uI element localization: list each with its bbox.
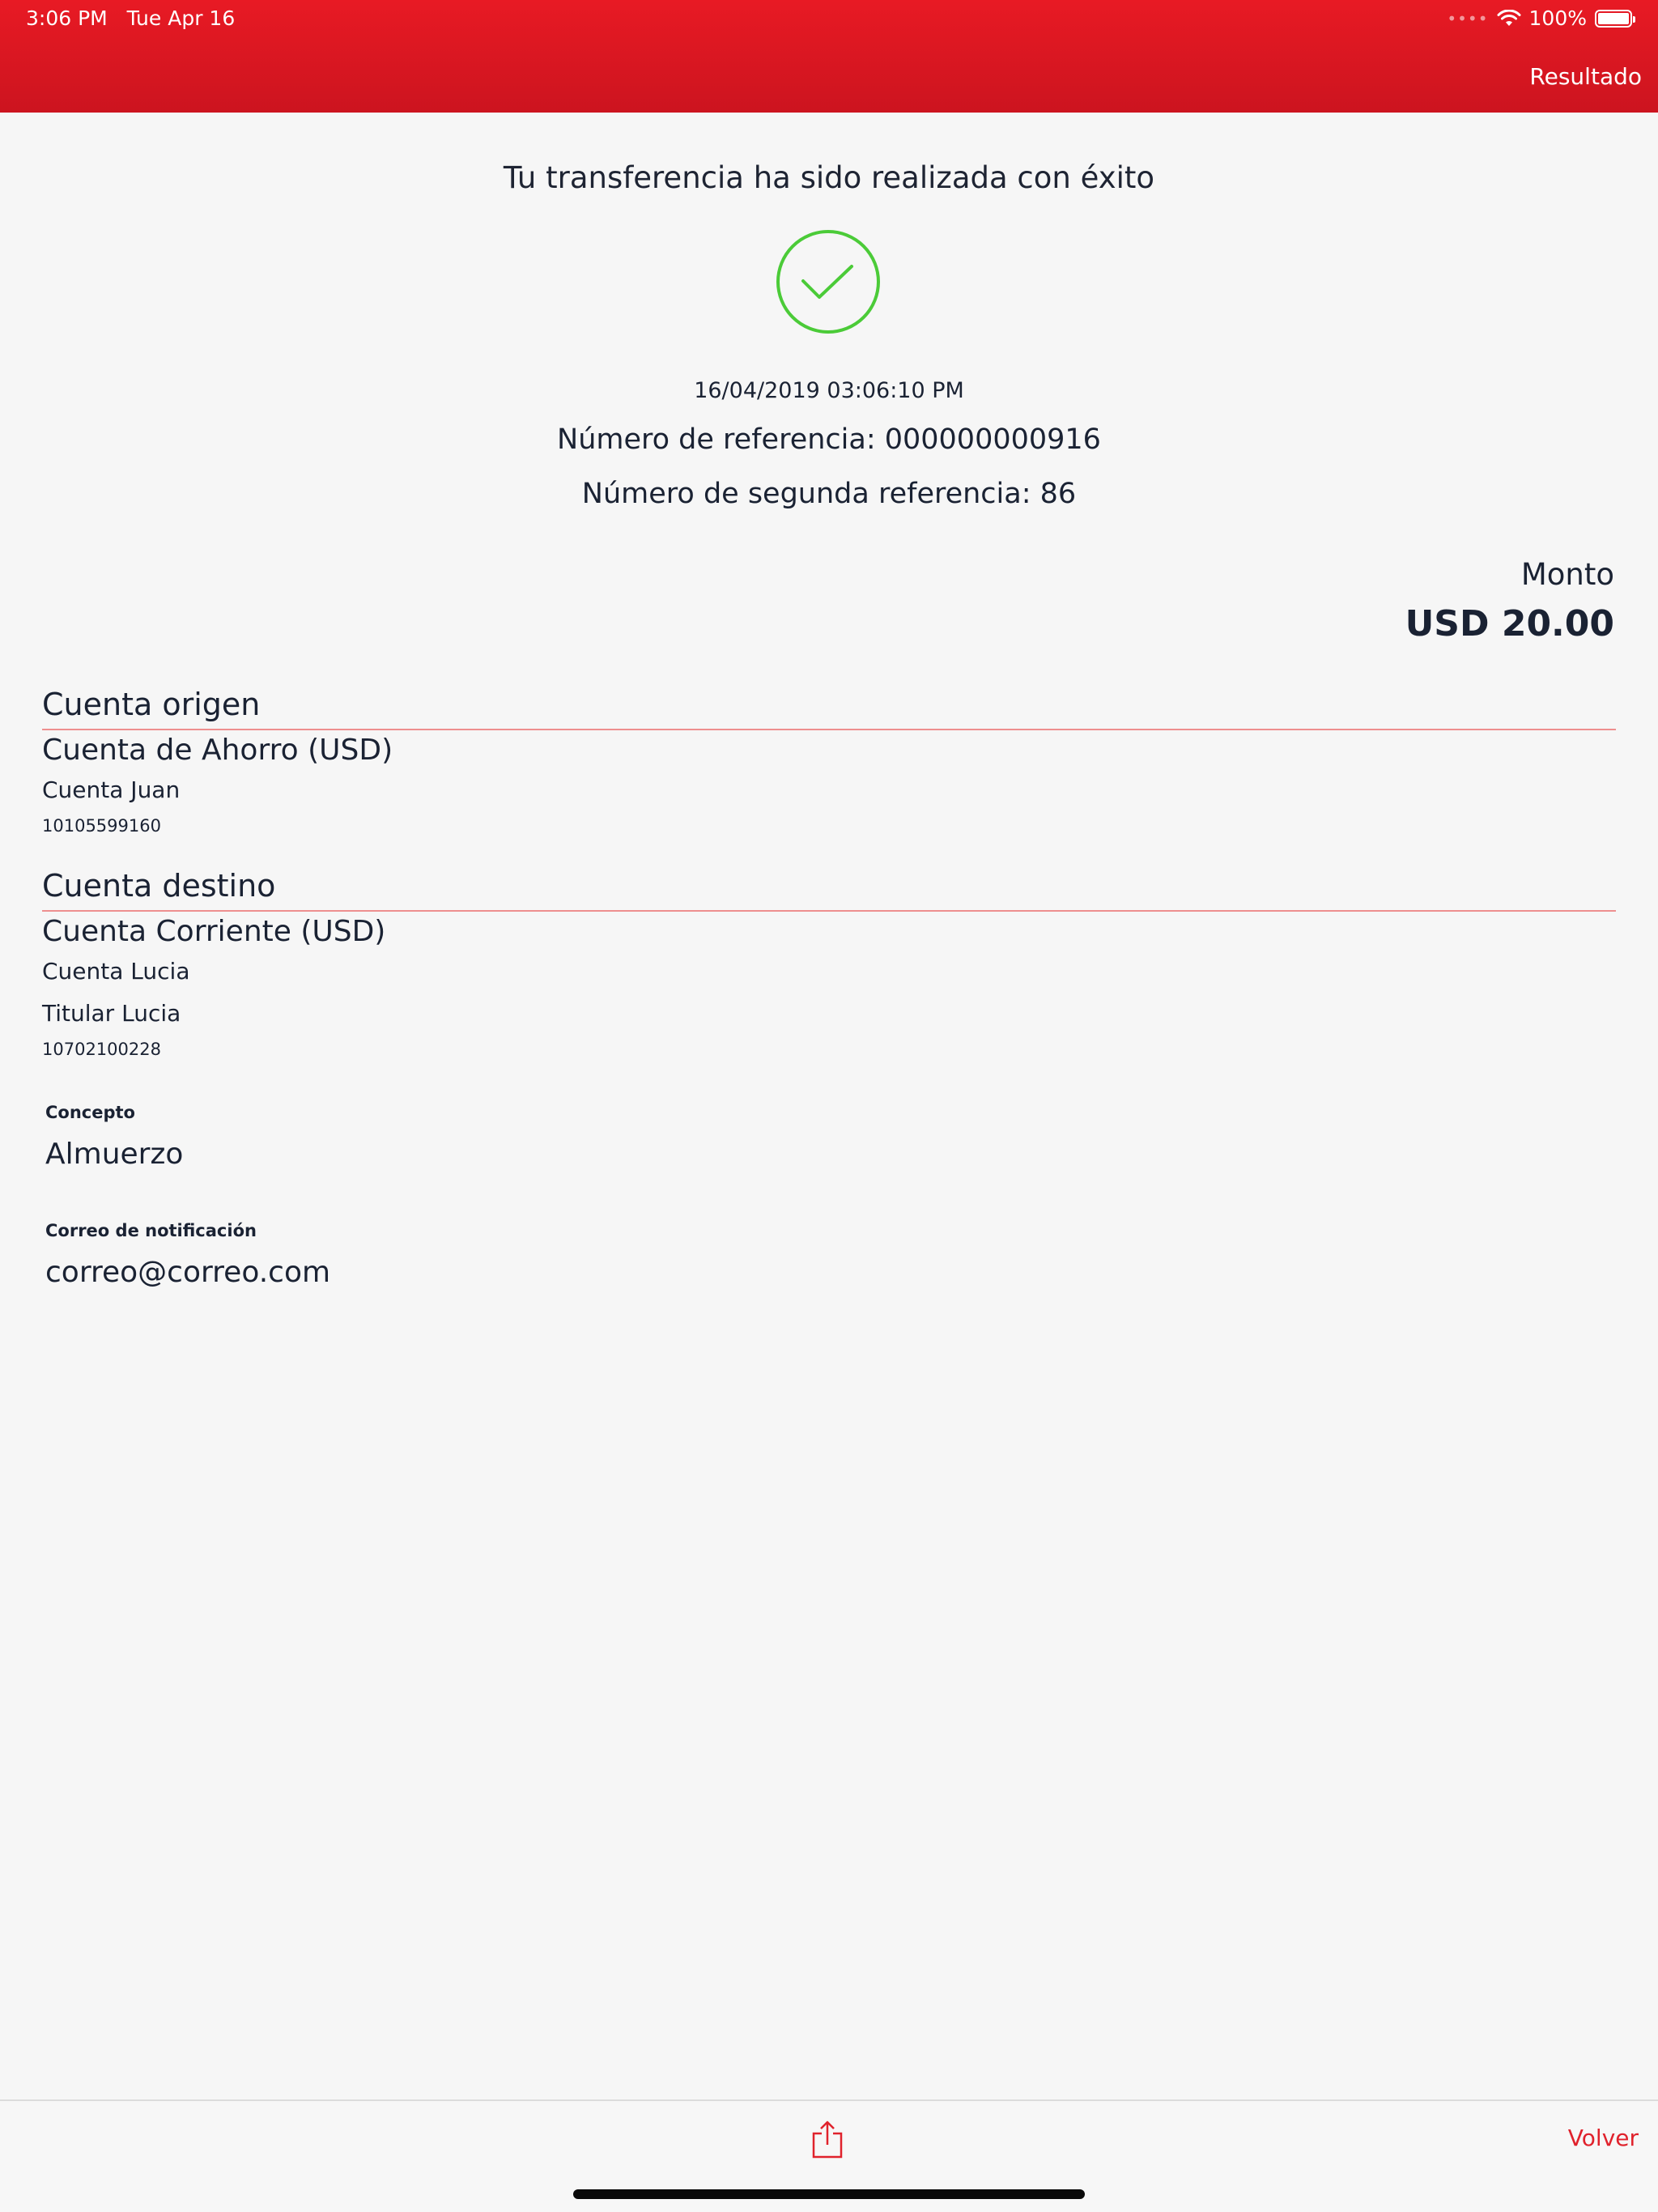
origin-divider [42,729,1616,730]
amount-label: Monto [1520,557,1614,592]
reference-number: Número de referencia: 000000000916 [557,423,1101,456]
share-icon[interactable] [811,2120,844,2159]
origin-section-title: Cuenta origen [42,687,261,722]
home-indicator[interactable] [573,2189,1085,2199]
destination-account-type: Cuenta Corriente (USD) [42,915,386,948]
destination-account-number: 10702100228 [42,1040,161,1059]
navigation-header: 3:06 PM Tue Apr 16 •••• 100% Resultado [0,0,1658,113]
battery-percentage: 100% [1528,6,1587,30]
destination-account-name: Cuenta Lucia [42,958,190,985]
destination-section-title: Cuenta destino [42,868,276,904]
transaction-datetime: 16/04/2019 03:06:10 PM [694,378,964,403]
destination-divider [42,910,1616,912]
signal-icon: •••• [1447,8,1489,28]
destination-holder: Titular Lucia [42,1000,181,1027]
success-check-icon [776,229,881,334]
concept-value: Almuerzo [45,1138,184,1171]
origin-account-number: 10105599160 [42,816,161,836]
status-bar-right: •••• 100% [1447,6,1635,30]
second-reference-number: Número de segunda referencia: 86 [581,478,1077,510]
back-button[interactable]: Volver [1568,2125,1639,2151]
notification-email-label: Correo de notificación [45,1221,257,1240]
battery-icon [1595,9,1635,28]
origin-account-type: Cuenta de Ahorro (USD) [42,734,393,767]
status-bar-time: 3:06 PM Tue Apr 16 [26,6,236,30]
amount-value: USD 20.00 [1405,603,1614,644]
success-message: Tu transferencia ha sido realizada con é… [503,160,1155,195]
page-title: Resultado [1529,63,1642,90]
wifi-icon [1497,9,1521,26]
origin-account-name: Cuenta Juan [42,776,181,803]
concept-label: Concepto [45,1103,135,1122]
notification-email-value: correo@correo.com [45,1256,331,1289]
